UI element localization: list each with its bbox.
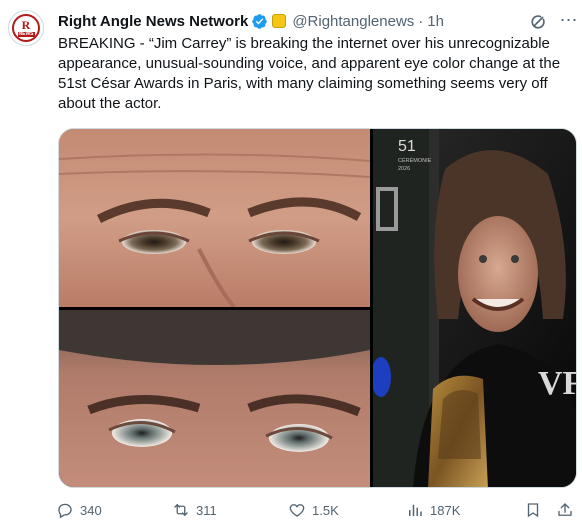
repost-icon [174, 504, 188, 516]
like-count: 1.5K [312, 502, 339, 518]
views-button[interactable]: 187K [406, 498, 460, 522]
bookmark-button[interactable] [524, 498, 548, 522]
like-icon [289, 504, 305, 517]
verified-badge-icon [252, 13, 268, 29]
views-count: 187K [430, 502, 461, 518]
reply-button[interactable]: 340 [56, 498, 102, 522]
media-image-eyes-1[interactable] [59, 129, 370, 307]
share-icon [558, 503, 572, 516]
separator-dot: · [418, 12, 424, 30]
tweet-header: Right Angle News Network @Rightanglenews… [58, 11, 444, 31]
like-button[interactable]: 1.5K [288, 498, 339, 522]
repost-count: 311 [196, 502, 217, 518]
media-grid[interactable]: VF 51 CÉRÉMONIE 2026 [58, 128, 577, 488]
backdrop-year-text: 2026 [398, 166, 410, 172]
author-handle[interactable]: @Rightanglenews [292, 13, 414, 30]
grok-icon[interactable] [528, 12, 548, 32]
more-icon[interactable]: ⋯ [558, 10, 578, 30]
reply-icon [58, 503, 72, 519]
bookmark-icon [527, 503, 539, 518]
post-time[interactable]: 1h [427, 13, 444, 30]
author-name[interactable]: Right Angle News Network [58, 13, 248, 30]
repost-button[interactable]: 311 [172, 498, 217, 522]
affiliate-badge-icon [272, 14, 287, 28]
logo-subtext: NEWS [17, 31, 35, 37]
tweet-text: BREAKING - “Jim Carrey” is breaking the … [58, 35, 561, 112]
logo-letter: R [21, 18, 31, 32]
right-angle-logo-icon: R NEWS [12, 14, 40, 42]
media-image-eyes-2[interactable] [59, 310, 370, 488]
author-avatar[interactable]: R NEWS [8, 10, 44, 46]
tweet-card[interactable]: R NEWS Right Angle News Network @Rightan… [0, 0, 582, 524]
backdrop-51-text: 51 [398, 138, 416, 155]
backdrop-vf-text: VF [538, 365, 577, 402]
reply-count: 340 [80, 502, 102, 518]
views-icon [409, 504, 422, 516]
share-button[interactable] [556, 498, 580, 522]
backdrop-ceremonie-text: CÉRÉMONIE [398, 157, 432, 164]
media-image-actor[interactable]: VF 51 CÉRÉMONIE 2026 [373, 129, 577, 488]
tweet-actions: 340 311 1.5K 187K [56, 498, 578, 522]
